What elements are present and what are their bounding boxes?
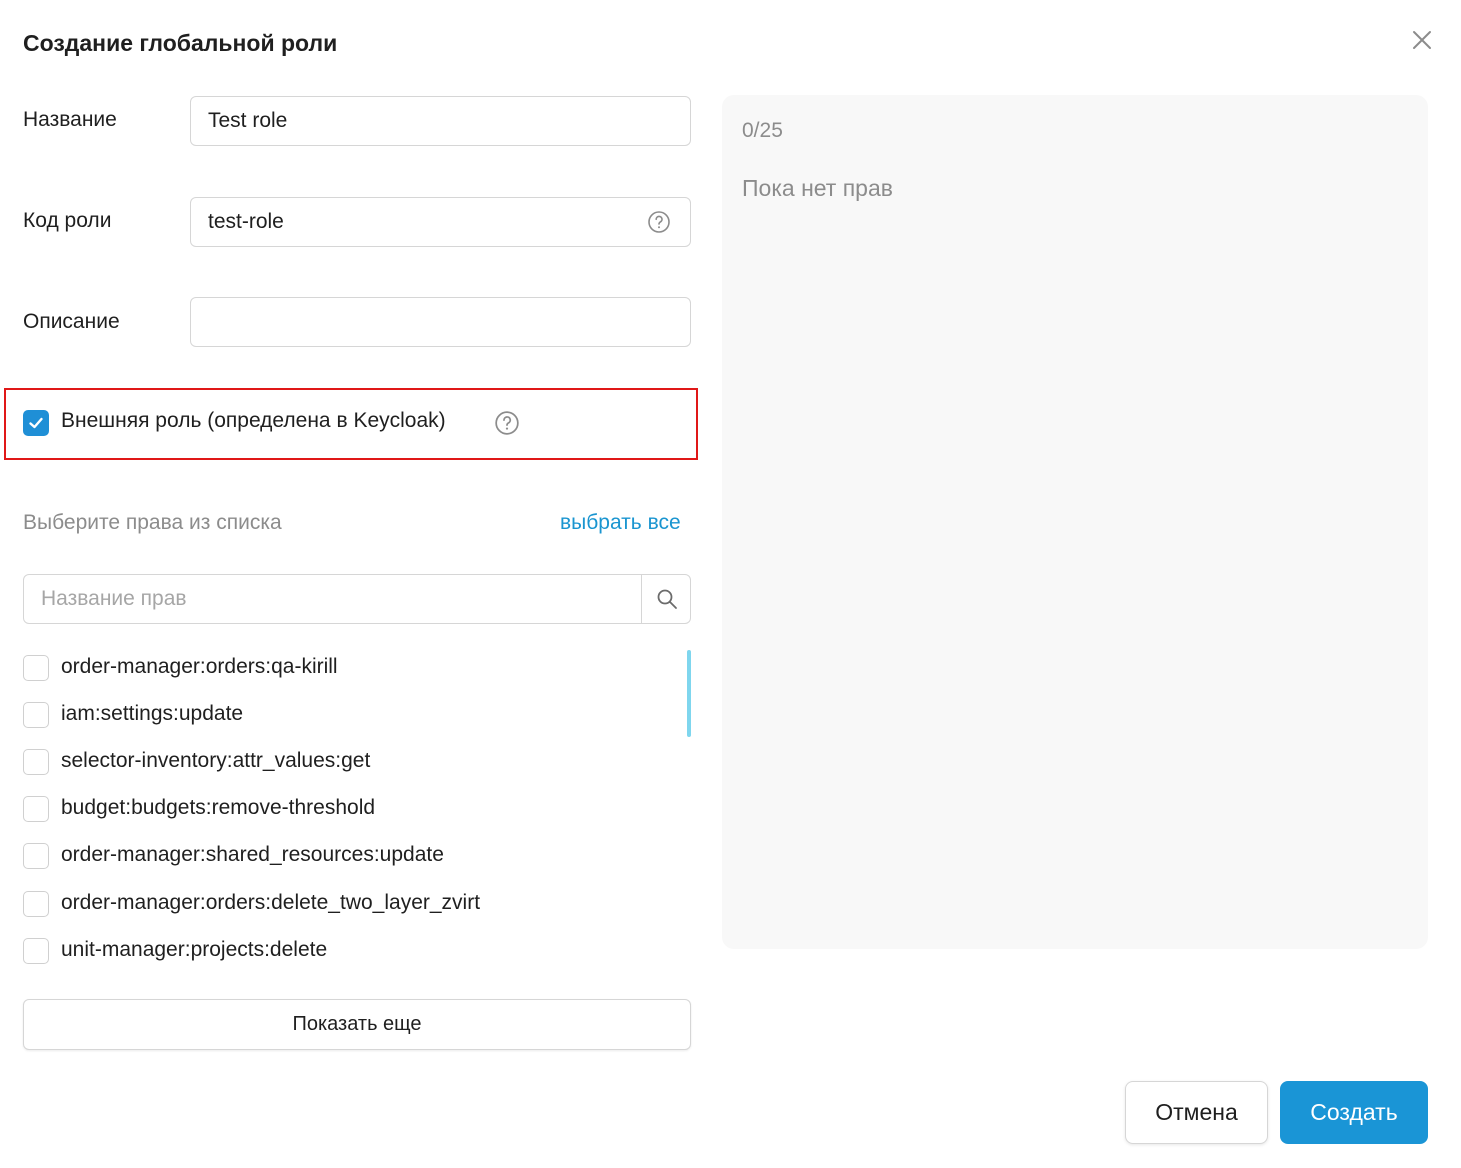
role-code-label: Код роли: [23, 209, 112, 232]
search-icon: [657, 589, 677, 609]
selected-permissions-panel: 0/25 Пока нет прав: [722, 95, 1428, 949]
permission-search: [23, 574, 691, 624]
name-input[interactable]: [190, 96, 691, 146]
permission-label: budget:budgets:remove-threshold: [61, 796, 376, 819]
name-label: Название: [23, 108, 117, 131]
permission-label: order-manager:orders:delete_two_layer_zv…: [61, 891, 481, 914]
create-button[interactable]: Создать: [1280, 1081, 1428, 1144]
role-code-input[interactable]: [190, 197, 691, 247]
permission-checkbox[interactable]: [23, 702, 49, 728]
empty-state-text: Пока нет прав: [742, 175, 893, 201]
close-button[interactable]: [1406, 24, 1438, 56]
external-role-checkbox[interactable]: [23, 410, 49, 436]
permission-checkbox[interactable]: [23, 843, 49, 869]
selected-counter: 0/25: [742, 119, 783, 142]
permission-checkbox[interactable]: [23, 796, 49, 822]
permission-label: unit-manager:projects:delete: [61, 938, 328, 961]
permission-checkbox[interactable]: [23, 749, 49, 775]
create-global-role-dialog: Создание глобальной роли Название Код ро…: [0, 0, 1461, 1168]
permission-label: order-manager:orders:qa-kirill: [61, 655, 338, 678]
close-icon: [1413, 31, 1431, 49]
permission-label: selector-inventory:attr_values:get: [61, 749, 371, 772]
help-icon[interactable]: [494, 410, 520, 436]
permission-checkbox[interactable]: [23, 891, 49, 917]
checkmark-icon: [29, 417, 43, 429]
list-scrollbar[interactable]: [687, 650, 691, 737]
show-more-button[interactable]: Показать еще: [23, 999, 691, 1050]
search-button[interactable]: [642, 575, 691, 623]
permission-label: iam:settings:update: [61, 702, 244, 725]
permission-label: order-manager:shared_resources:update: [61, 843, 444, 866]
description-label: Описание: [23, 310, 120, 333]
dialog-title: Создание глобальной роли: [23, 30, 338, 56]
cancel-button[interactable]: Отмена: [1125, 1081, 1268, 1144]
help-icon[interactable]: [647, 210, 671, 234]
permission-checkbox[interactable]: [23, 938, 49, 964]
permission-checkbox[interactable]: [23, 655, 49, 681]
role-code-field: [190, 197, 691, 247]
permissions-section-label: Выберите права из списка: [23, 511, 282, 534]
description-input[interactable]: [190, 297, 691, 347]
select-all-link[interactable]: выбрать все: [560, 511, 681, 535]
permission-search-input[interactable]: [24, 575, 641, 623]
external-role-label: Внешняя роль (определена в Keycloak): [61, 409, 446, 432]
